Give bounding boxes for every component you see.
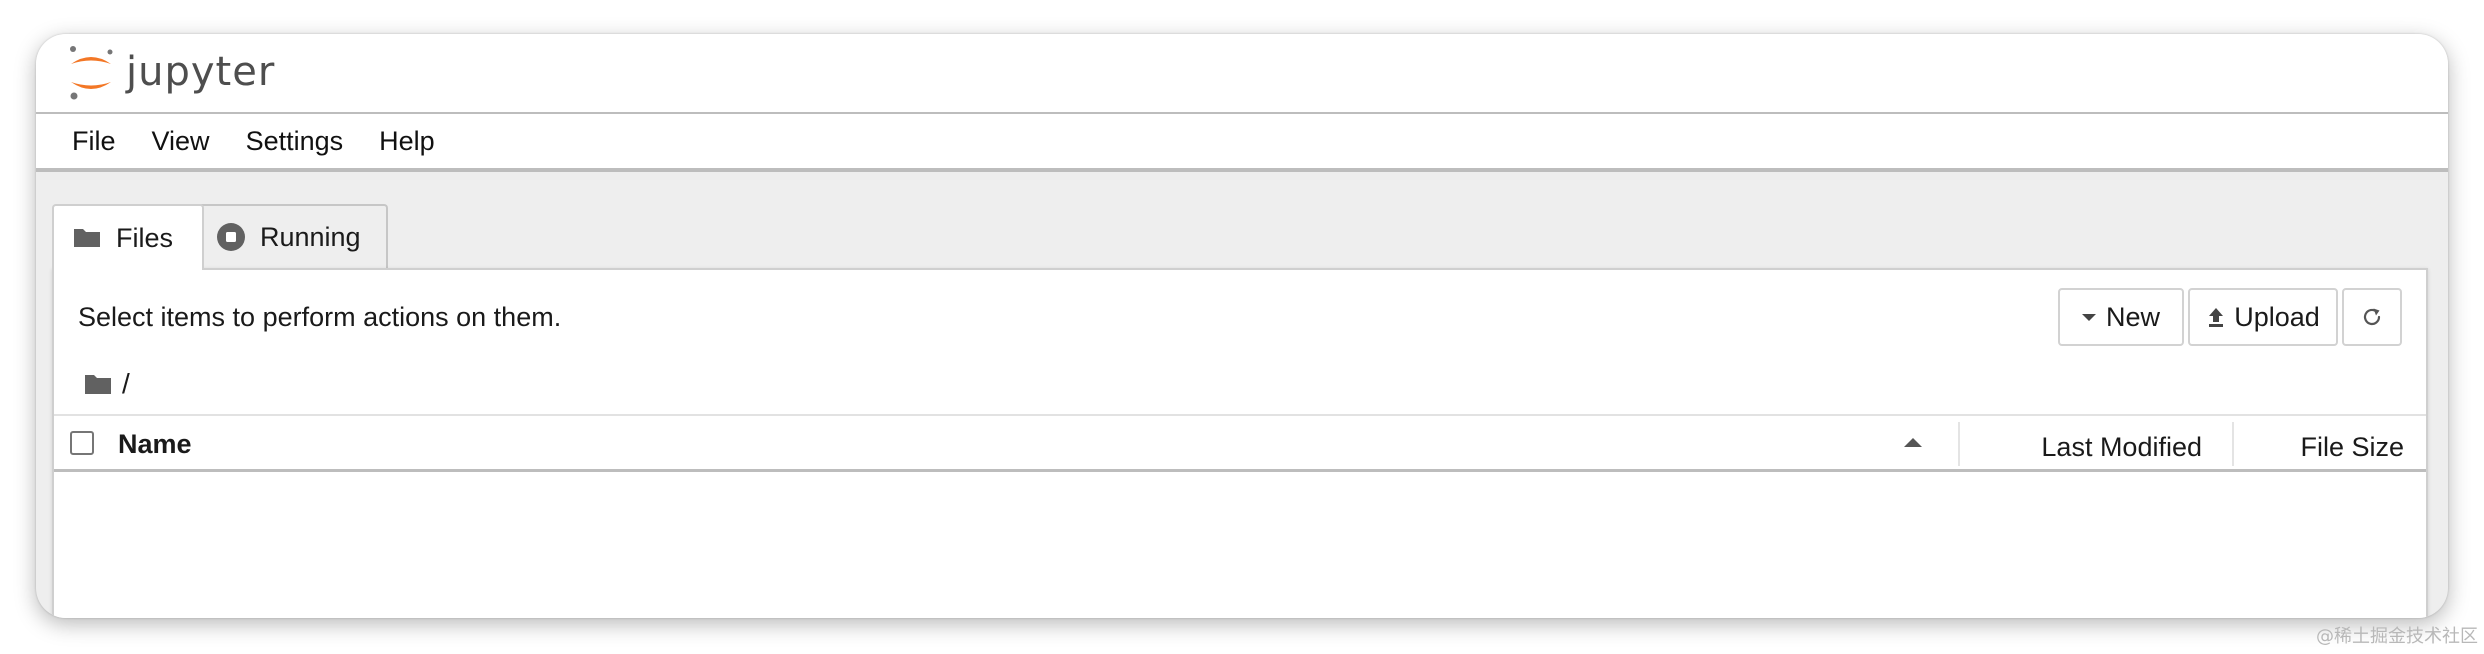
menu-settings[interactable]: Settings [228, 126, 362, 157]
file-actions: New Upload [2054, 288, 2402, 346]
file-browser-panel: Select items to perform actions on them.… [52, 268, 2428, 618]
breadcrumb-root[interactable]: / [122, 368, 130, 400]
refresh-button[interactable] [2342, 288, 2402, 346]
tab-files[interactable]: Files [52, 204, 204, 270]
upload-button-label: Upload [2234, 301, 2320, 332]
tab-running[interactable]: Running [198, 204, 388, 268]
browser-window: jupyter File View Settings Help Files Ru… [36, 34, 2448, 618]
jupyter-logo-icon [70, 46, 113, 100]
column-divider [2232, 422, 2234, 466]
jupyter-logo[interactable]: jupyter [66, 44, 275, 104]
watermark: @稀土掘金技术社区 [2316, 626, 2478, 647]
file-list-header: Name Last Modified File Size [54, 414, 2426, 472]
refresh-icon [2363, 308, 2381, 326]
column-header-file-size[interactable]: File Size [2300, 432, 2404, 463]
column-header-name[interactable]: Name [118, 429, 192, 460]
folder-icon[interactable] [84, 372, 112, 396]
caret-down-icon [2081, 313, 2096, 321]
sort-ascending-icon[interactable] [1904, 438, 1922, 447]
upload-button[interactable]: Upload [2188, 288, 2338, 346]
folder-icon [74, 229, 100, 247]
new-button[interactable]: New [2058, 288, 2184, 346]
tab-running-label: Running [260, 221, 361, 252]
tab-files-label: Files [116, 222, 174, 253]
app-name: jupyter [126, 49, 276, 95]
column-divider [1958, 422, 1960, 466]
upload-icon [2209, 308, 2224, 327]
menu-help[interactable]: Help [361, 126, 453, 157]
select-all-checkbox[interactable] [70, 431, 94, 455]
stop-circle-icon [217, 223, 245, 251]
header: jupyter [36, 34, 2448, 114]
breadcrumb: / [84, 368, 130, 400]
menu-file[interactable]: File [54, 126, 134, 157]
column-header-last-modified[interactable]: Last Modified [2041, 432, 2202, 463]
new-button-label: New [2105, 301, 2160, 332]
menu-bar: File View Settings Help [36, 114, 2448, 172]
menu-view[interactable]: View [134, 126, 228, 157]
selection-hint: Select items to perform actions on them. [78, 302, 562, 332]
